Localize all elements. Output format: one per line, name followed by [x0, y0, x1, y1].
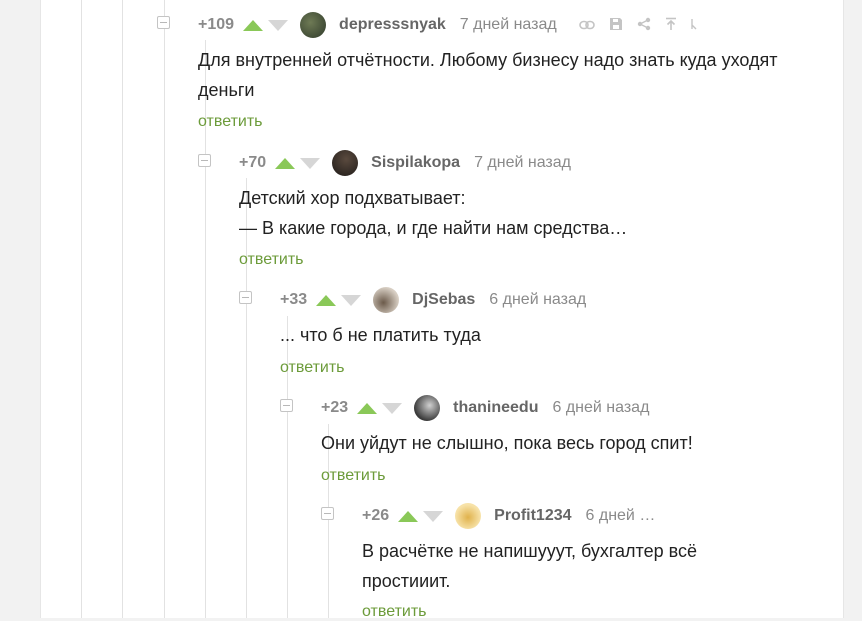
comment-time[interactable]: 6 дней назад — [489, 291, 586, 309]
comment-time[interactable]: 7 дней назад — [460, 16, 557, 34]
downvote-icon[interactable] — [268, 19, 289, 31]
comment-line: ... что б не платить туда — [280, 325, 481, 345]
author-name[interactable]: depresssnyak — [339, 16, 446, 34]
comment-tools — [578, 17, 697, 34]
upvote-icon[interactable] — [357, 402, 378, 414]
author-name[interactable]: Sispilakopa — [371, 154, 460, 172]
comment-header: +33 DjSebas 6 дней назад — [280, 287, 586, 313]
thread-line — [122, 0, 123, 618]
author-name[interactable]: thanineedu — [453, 399, 538, 417]
avatar[interactable] — [332, 150, 359, 176]
rating-value: +26 — [362, 507, 390, 524]
author-name[interactable]: Profit1234 — [494, 507, 571, 525]
thread-line — [164, 0, 165, 618]
comment-text: В расчётке не напишууут, бухгалтер всё п… — [362, 536, 822, 596]
upvote-icon[interactable] — [316, 294, 337, 306]
comment-time[interactable]: 6 дней … — [586, 507, 656, 525]
save-icon[interactable] — [609, 17, 623, 34]
comment-text: Для внутренней отчётности. Любому бизнес… — [198, 45, 818, 105]
rating-value: +33 — [280, 291, 308, 308]
avatar[interactable] — [455, 503, 482, 529]
author-name[interactable]: DjSebas — [412, 291, 475, 309]
reply-link[interactable]: ответить — [239, 251, 304, 269]
rating-value: +23 — [321, 399, 349, 416]
comment-time[interactable]: 7 дней назад — [474, 154, 571, 172]
avatar[interactable] — [414, 395, 441, 421]
comment-text: ... что б не платить туда — [280, 320, 820, 350]
upvote-icon[interactable] — [398, 510, 419, 522]
upvote-icon[interactable] — [243, 19, 264, 31]
rating-value: +109 — [198, 16, 235, 33]
downvote-icon[interactable] — [300, 157, 321, 169]
collapse-button[interactable] — [280, 399, 293, 412]
pin-top-icon[interactable] — [665, 17, 677, 34]
collapse-button[interactable] — [321, 507, 334, 520]
upvote-icon[interactable] — [275, 157, 296, 169]
link-icon[interactable] — [578, 17, 595, 33]
comment-text: Они уйдут не слышно, пока весь город спи… — [321, 428, 821, 458]
avatar[interactable] — [373, 287, 400, 313]
comment-text: Детский хор подхватывает: — В какие горо… — [239, 183, 819, 243]
downvote-icon[interactable] — [341, 294, 362, 306]
reply-link[interactable]: ответить — [362, 603, 427, 621]
comment-header: +26 Profit1234 6 дней … — [362, 503, 655, 529]
comment-line: простииит. — [362, 571, 451, 591]
comment-line: Детский хор подхватывает: — [239, 188, 466, 208]
rating-value: +70 — [239, 154, 267, 171]
thread-line — [246, 178, 247, 618]
downvote-icon[interactable] — [382, 402, 403, 414]
more-icon[interactable] — [691, 17, 697, 34]
downvote-icon[interactable] — [423, 510, 444, 522]
comment-line: Они уйдут не слышно, пока весь город спи… — [321, 433, 693, 453]
reply-link[interactable]: ответить — [280, 359, 345, 377]
collapse-button[interactable] — [157, 16, 170, 29]
comment-header: +23 thanineedu 6 дней назад — [321, 395, 649, 421]
reply-link[interactable]: ответить — [321, 467, 386, 485]
comment-line: — В какие города, и где найти нам средст… — [239, 218, 628, 238]
reply-link[interactable]: ответить — [198, 113, 263, 131]
share-icon[interactable] — [637, 17, 651, 34]
thread-line — [81, 0, 82, 618]
comment-header: +70 Sispilakopa 7 дней назад — [239, 150, 571, 176]
comment-header: +109 depresssnyak 7 дней назад — [198, 12, 697, 38]
comment-line: В расчётке не напишууут, бухгалтер всё — [362, 541, 697, 561]
comment-line: Для внутренней отчётности. Любому бизнес… — [198, 50, 778, 70]
collapse-button[interactable] — [198, 154, 211, 167]
comment-line: деньги — [198, 80, 255, 100]
collapse-button[interactable] — [239, 291, 252, 304]
avatar[interactable] — [300, 12, 327, 38]
comment-time[interactable]: 6 дней назад — [552, 399, 649, 417]
